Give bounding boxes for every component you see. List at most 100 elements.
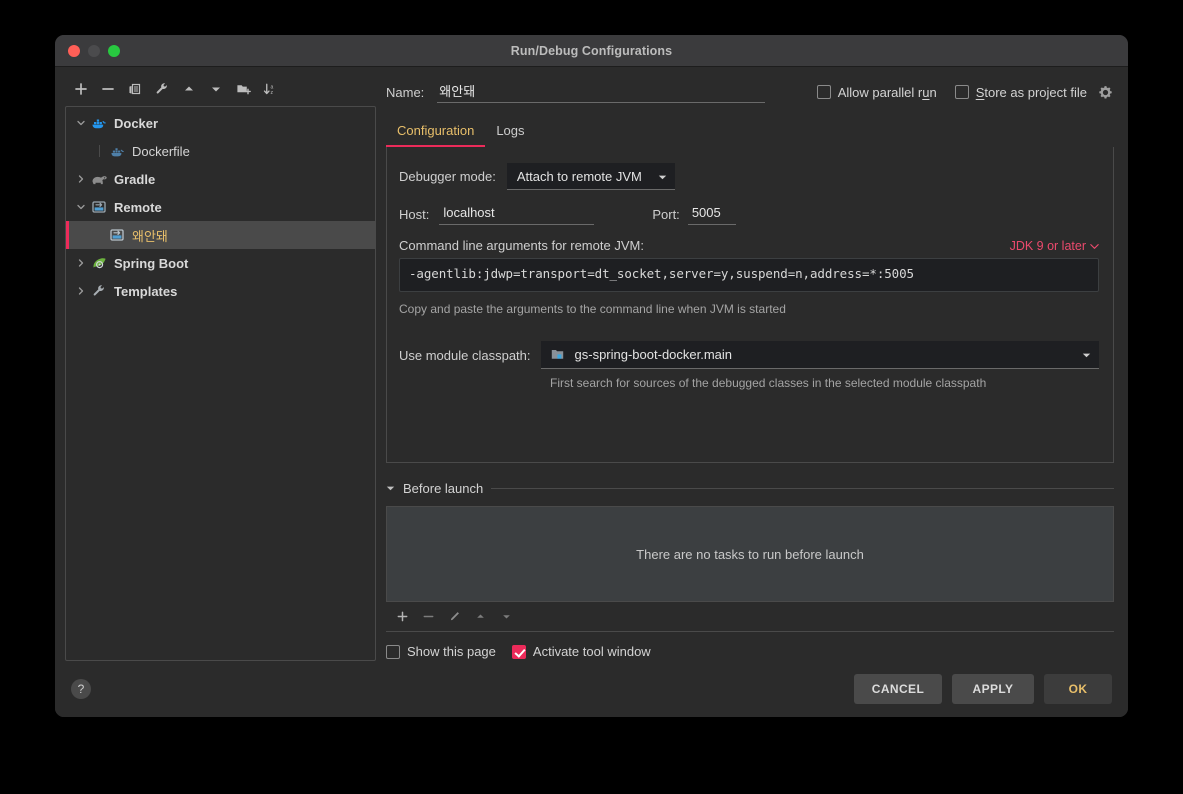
apply-button[interactable]: APPLY xyxy=(952,674,1034,704)
checkbox-label: Show this page xyxy=(407,644,496,659)
new-folder-button[interactable] xyxy=(231,78,255,100)
copy-icon xyxy=(129,83,141,95)
run-debug-configurations-dialog: Run/Debug Configurations a z Docker Dock… xyxy=(55,35,1128,717)
chevron-down-icon[interactable] xyxy=(72,202,90,212)
collapse-triangle-icon[interactable] xyxy=(386,479,395,497)
tab-configuration[interactable]: Configuration xyxy=(386,123,486,147)
configurations-panel: a z Docker Dockerfile Gradle Remote 왜안돼 … xyxy=(55,67,376,661)
host-input[interactable] xyxy=(439,203,595,225)
jdk-version-label: JDK 9 or later xyxy=(1009,239,1086,253)
move-task-up-button[interactable] xyxy=(468,606,492,628)
window-title: Run/Debug Configurations xyxy=(510,43,673,58)
add-configuration-button[interactable] xyxy=(69,78,93,100)
module-icon xyxy=(551,348,565,361)
allow-parallel-run-checkbox[interactable]: Allow parallel run xyxy=(816,85,937,100)
ok-button[interactable]: OK xyxy=(1044,674,1112,704)
tree-item-label: Gradle xyxy=(114,171,156,187)
module-classpath-dropdown[interactable]: gs-spring-boot-docker.main xyxy=(540,341,1099,370)
tree-toolbar: a z xyxy=(65,75,376,103)
tree-item-spring-boot[interactable]: Spring Boot xyxy=(66,249,375,277)
configuration-form: Debugger mode: Attach to remote JVM Host… xyxy=(386,147,1114,661)
chevron-down-icon xyxy=(1090,243,1099,249)
module-classpath-hint: First search for sources of the debugged… xyxy=(550,376,987,391)
checkbox-box[interactable] xyxy=(954,85,969,99)
tree-item-remote[interactable]: Remote xyxy=(66,193,375,221)
activate-tool-window-checkbox[interactable]: Activate tool window xyxy=(511,644,651,659)
dialog-footer: ? CANCEL APPLY OK xyxy=(55,661,1128,717)
plus-icon xyxy=(397,611,407,622)
checkbox-label: Store as project file xyxy=(975,84,1087,100)
tree-item-label: Templates xyxy=(114,283,178,299)
remove-task-button[interactable] xyxy=(416,606,440,628)
cancel-button[interactable]: CANCEL xyxy=(854,674,942,704)
before-launch-title: Before launch xyxy=(403,480,484,496)
minimize-window-button[interactable] xyxy=(88,44,100,57)
tree-item-label: Remote xyxy=(114,199,162,215)
debugger-mode-row: Debugger mode: Attach to remote JVM xyxy=(399,163,1099,190)
move-up-button[interactable] xyxy=(177,78,201,100)
tree-item-dockerfile[interactable]: Dockerfile xyxy=(66,137,375,165)
project-file-settings-button[interactable] xyxy=(1096,83,1114,101)
dialog-body: a z Docker Dockerfile Gradle Remote 왜안돼 … xyxy=(55,67,1128,717)
before-launch-task-list[interactable]: There are no tasks to run before launch xyxy=(386,506,1114,602)
section-divider xyxy=(491,487,1114,489)
tree-item-label: Docker xyxy=(114,115,159,131)
wrench-icon xyxy=(156,83,167,94)
debugger-mode-dropdown[interactable]: Attach to remote JVM xyxy=(506,163,675,190)
remote-icon xyxy=(108,227,126,243)
move-task-down-button[interactable] xyxy=(494,606,518,628)
chevron-right-icon[interactable] xyxy=(72,286,90,296)
store-as-project-file-checkbox[interactable]: Store as project file xyxy=(954,84,1087,100)
chevron-down-icon[interactable] xyxy=(72,118,90,128)
port-label: Port: xyxy=(652,206,680,222)
jdk-version-selector[interactable]: JDK 9 or later xyxy=(1010,239,1099,253)
arrow-up-icon xyxy=(476,614,484,618)
copy-configuration-button[interactable] xyxy=(123,78,147,100)
configuration-card: Debugger mode: Attach to remote JVM Host… xyxy=(386,147,1114,463)
port-input[interactable] xyxy=(687,203,736,225)
detail-tabs: Configuration Logs xyxy=(386,113,1114,147)
configurations-tree[interactable]: Docker Dockerfile Gradle Remote 왜안돼 Spri… xyxy=(65,106,376,661)
sort-alphabetically-button[interactable]: a z xyxy=(258,78,282,100)
checkbox-box[interactable] xyxy=(386,644,400,659)
name-input[interactable] xyxy=(437,81,766,103)
host-port-row: Host: Port: xyxy=(399,203,1099,225)
window-titlebar: Run/Debug Configurations xyxy=(55,35,1128,67)
remote-icon xyxy=(90,199,108,215)
before-launch-toolbar xyxy=(386,602,1114,632)
close-window-button[interactable] xyxy=(68,44,80,57)
tree-item-label: Spring Boot xyxy=(114,255,189,271)
plus-icon xyxy=(75,83,87,95)
tree-item-waeandwae[interactable]: 왜안돼 xyxy=(66,221,375,249)
tree-item-templates[interactable]: Templates xyxy=(66,277,375,305)
dialog-content: a z Docker Dockerfile Gradle Remote 왜안돼 … xyxy=(55,67,1128,661)
chevron-right-icon[interactable] xyxy=(72,174,90,184)
tree-item-docker[interactable]: Docker xyxy=(66,109,375,137)
gear-icon xyxy=(1098,85,1112,98)
command-line-args-hint: Copy and paste the arguments to the comm… xyxy=(399,302,786,316)
arrow-up-icon xyxy=(185,86,193,91)
checkbox-box[interactable] xyxy=(511,644,526,659)
debugger-mode-value: Attach to remote JVM xyxy=(516,168,642,184)
move-down-button[interactable] xyxy=(204,78,228,100)
selection-indicator xyxy=(66,221,69,249)
spring-icon xyxy=(90,255,108,271)
help-button[interactable]: ? xyxy=(71,679,91,699)
add-task-button[interactable] xyxy=(390,606,414,628)
command-line-args-field[interactable]: -agentlib:jdwp=transport=dt_socket,serve… xyxy=(399,258,1099,292)
maximize-window-button[interactable] xyxy=(108,44,120,57)
edit-templates-button[interactable] xyxy=(150,78,174,100)
tree-item-label: Dockerfile xyxy=(132,143,190,159)
tab-logs[interactable]: Logs xyxy=(485,123,535,147)
remove-configuration-button[interactable] xyxy=(96,78,120,100)
show-this-page-checkbox[interactable]: Show this page xyxy=(386,644,496,659)
before-launch-header[interactable]: Before launch xyxy=(386,478,1114,498)
docker-icon xyxy=(90,115,108,131)
chevron-right-icon[interactable] xyxy=(72,258,90,268)
edit-task-button[interactable] xyxy=(442,606,466,628)
checkbox-box[interactable] xyxy=(816,85,831,99)
name-row: Name: Allow parallel run Store as projec… xyxy=(386,67,1114,107)
tree-item-gradle[interactable]: Gradle xyxy=(66,165,375,193)
command-line-args-header: Command line arguments for remote JVM: J… xyxy=(399,238,1099,253)
sort-az-icon: a z xyxy=(263,83,273,96)
